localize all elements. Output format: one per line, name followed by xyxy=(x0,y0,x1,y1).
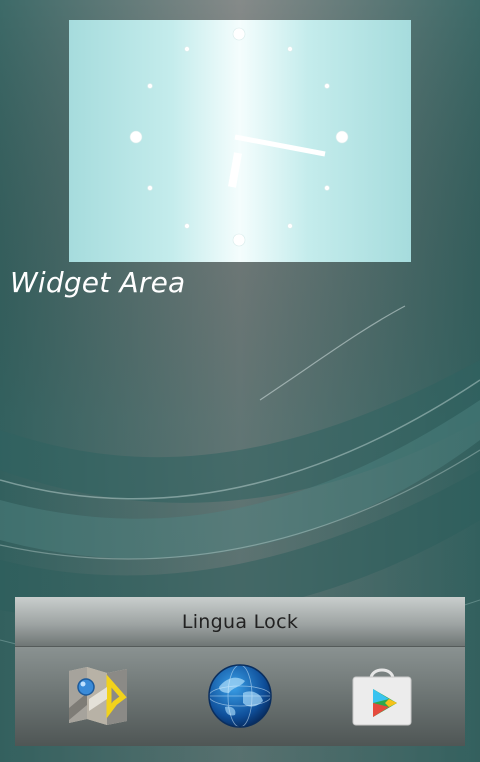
clock-marker-11 xyxy=(184,46,190,52)
lingua-lock-bar[interactable]: Lingua Lock xyxy=(15,597,465,647)
app-dock xyxy=(15,647,465,746)
clock-marker-12 xyxy=(232,27,246,41)
clock-marker-3 xyxy=(335,130,349,144)
clock-hour-hand xyxy=(228,152,242,188)
play-store-icon[interactable] xyxy=(349,663,415,729)
clock-marker-6 xyxy=(232,233,246,247)
clock-marker-1 xyxy=(287,46,293,52)
clock-marker-5 xyxy=(287,223,293,229)
clock-face xyxy=(129,27,349,247)
clock-marker-8 xyxy=(147,185,153,191)
clock-marker-4 xyxy=(324,185,330,191)
clock-marker-9 xyxy=(129,130,143,144)
clock-minute-hand xyxy=(234,134,326,157)
analog-clock-widget[interactable] xyxy=(69,20,411,262)
clock-marker-10 xyxy=(147,83,153,89)
globe-icon[interactable] xyxy=(207,663,273,729)
clock-marker-7 xyxy=(184,223,190,229)
widget-area-label: Widget Area xyxy=(10,266,186,299)
clock-marker-2 xyxy=(324,83,330,89)
maps-icon[interactable] xyxy=(65,663,131,729)
lingua-lock-label: Lingua Lock xyxy=(181,610,299,633)
